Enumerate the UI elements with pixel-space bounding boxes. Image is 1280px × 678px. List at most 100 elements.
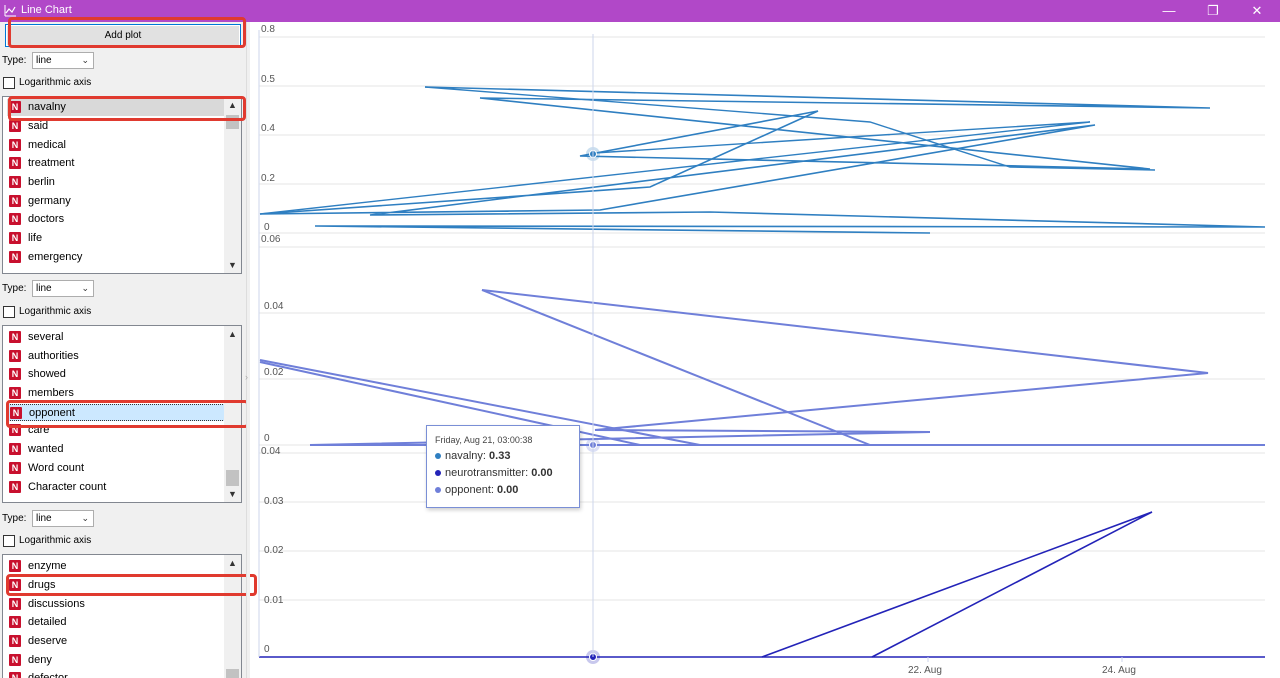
list-item[interactable]: N Character count (7, 479, 225, 496)
chart-tooltip: Friday, Aug 21, 03:00:38 navalny: 0.33 n… (426, 425, 580, 508)
series-line-neurotransmitter (761, 511, 1153, 658)
log-axis-label: Logarithmic axis (19, 77, 92, 88)
list-scrollbar[interactable]: ▲ ▼ (224, 97, 241, 273)
log-axis-checkbox[interactable] (3, 306, 15, 318)
list-item-label: berlin (28, 176, 55, 188)
word-list[interactable]: Nnavalny Nsaid Nmedical Ntreatment Nberl… (2, 96, 242, 274)
chevron-down-icon[interactable]: ▼ (224, 257, 241, 273)
log-axis-checkbox[interactable] (3, 535, 15, 547)
list-item[interactable]: Ntreatment (7, 155, 225, 172)
list-item[interactable]: Nberlin (7, 174, 225, 191)
type-select[interactable]: line ⌄ (32, 510, 94, 527)
list-item-label: doctors (28, 213, 65, 225)
list-item[interactable]: Ndefector (7, 670, 225, 678)
list-item-label: members (28, 387, 74, 399)
n-icon: N (9, 157, 21, 169)
y-tick-label: 0.02 (264, 545, 284, 556)
n-icon: N (9, 424, 21, 436)
window-title: Line Chart (21, 4, 72, 16)
type-select-value: line (36, 513, 52, 524)
type-label: Type: (2, 55, 27, 66)
scroll-thumb[interactable] (226, 669, 239, 678)
list-item[interactable]: Nauthorities (7, 348, 225, 365)
close-button[interactable]: ✕ (1237, 0, 1277, 22)
list-item[interactable]: Nenzyme (7, 558, 225, 575)
type-label: Type: (2, 283, 27, 294)
n-icon: N (9, 368, 21, 380)
n-icon: N (9, 176, 21, 188)
list-item-label: deny (28, 654, 52, 666)
n-icon: N (10, 407, 22, 419)
tooltip-series-name: opponent: (445, 484, 494, 496)
list-item[interactable]: Ndrugs (7, 577, 225, 594)
chevron-up-icon[interactable]: ▲ (224, 97, 241, 113)
list-item[interactable]: Ncare (7, 422, 225, 439)
restore-button[interactable]: ❐ (1193, 0, 1233, 22)
chevron-down-icon: ⌄ (81, 513, 89, 523)
y-tick-label: 0 (264, 433, 270, 444)
list-item-label: opponent (29, 407, 75, 419)
list-item[interactable]: Ndeserve (7, 633, 225, 650)
y-tick-label: 0 (264, 644, 270, 655)
tooltip-value: 0.00 (497, 484, 519, 496)
n-icon: N (9, 350, 21, 362)
list-item[interactable]: Nshowed (7, 366, 225, 383)
list-item[interactable]: Ndiscussions (7, 596, 225, 613)
list-item[interactable]: Ndeny (7, 652, 225, 669)
y-tick-label: 0.04 (261, 446, 281, 457)
y-tick-label: 0.02 (264, 367, 284, 378)
chart-area[interactable]: 0.8 0.5 0.4 0.2 0 0.06 0.04 0.02 0 0.04 … (250, 22, 1280, 678)
n-icon: N (9, 101, 21, 113)
list-item[interactable]: Nmedical (7, 137, 225, 154)
add-plot-button[interactable]: Add plot (5, 24, 241, 47)
chevron-down-icon[interactable]: ▼ (224, 486, 241, 502)
minimize-button[interactable]: — (1149, 0, 1189, 22)
list-item[interactable]: Nwanted (7, 441, 225, 458)
list-item-label: several (28, 331, 64, 343)
chart-panel-3 (259, 452, 1265, 664)
tooltip-header: Friday, Aug 21, 03:00:38 (435, 435, 533, 445)
list-item-label: care (28, 424, 50, 436)
tooltip-value: 0.33 (489, 450, 511, 462)
list-item[interactable]: Ngermany (7, 193, 225, 210)
list-scrollbar[interactable]: ▲ ▼ (224, 326, 241, 502)
n-icon: N (9, 195, 21, 207)
chevron-up-icon[interactable]: ▲ (224, 326, 241, 342)
list-item-label: treatment (28, 157, 75, 169)
n-icon: N (9, 462, 21, 474)
scroll-thumb[interactable] (226, 115, 239, 129)
chevron-up-icon[interactable]: ▲ (224, 555, 241, 571)
list-item[interactable]: Nsaid (7, 118, 225, 135)
series-dot-icon (435, 487, 441, 494)
list-item[interactable]: Ndetailed (7, 614, 225, 631)
y-tick-label: 0.04 (264, 301, 284, 312)
chevron-down-icon: ⌄ (81, 283, 89, 293)
word-list[interactable]: Nenzyme Ndrugs Ndiscussions Ndetailed Nd… (2, 554, 242, 678)
list-item[interactable]: Nmembers (7, 385, 225, 402)
log-axis-label: Logarithmic axis (19, 306, 92, 317)
list-item-label: discussions (28, 598, 85, 610)
list-item[interactable]: Ndoctors (7, 211, 225, 228)
list-item-label: medical (28, 139, 66, 151)
list-item[interactable]: N Word count (7, 460, 225, 477)
scroll-thumb[interactable] (226, 470, 239, 486)
word-list[interactable]: Nseveral Nauthorities Nshowed Nmembers N… (2, 325, 242, 503)
n-icon: N (9, 443, 21, 455)
type-select[interactable]: line ⌄ (32, 280, 94, 297)
series-line-navalny (259, 121, 1091, 215)
list-item[interactable]: Nopponent (7, 404, 225, 421)
line-chart-icon (4, 5, 16, 17)
list-item[interactable]: Nemergency (7, 249, 225, 266)
tooltip-row: navalny: 0.33 (435, 450, 510, 462)
n-icon: N (9, 481, 21, 493)
list-item-label: said (28, 120, 49, 132)
charts-svg[interactable] (250, 22, 1280, 678)
log-axis-checkbox[interactable] (3, 77, 15, 89)
list-item[interactable]: Nseveral (7, 329, 225, 346)
list-item-label: wanted (28, 443, 64, 455)
y-tick-label: 0 (264, 222, 270, 233)
list-item[interactable]: Nnavalny (7, 99, 225, 116)
list-item[interactable]: Nlife (7, 230, 225, 247)
type-select[interactable]: line ⌄ (32, 52, 94, 69)
list-scrollbar[interactable]: ▲ (224, 555, 241, 678)
